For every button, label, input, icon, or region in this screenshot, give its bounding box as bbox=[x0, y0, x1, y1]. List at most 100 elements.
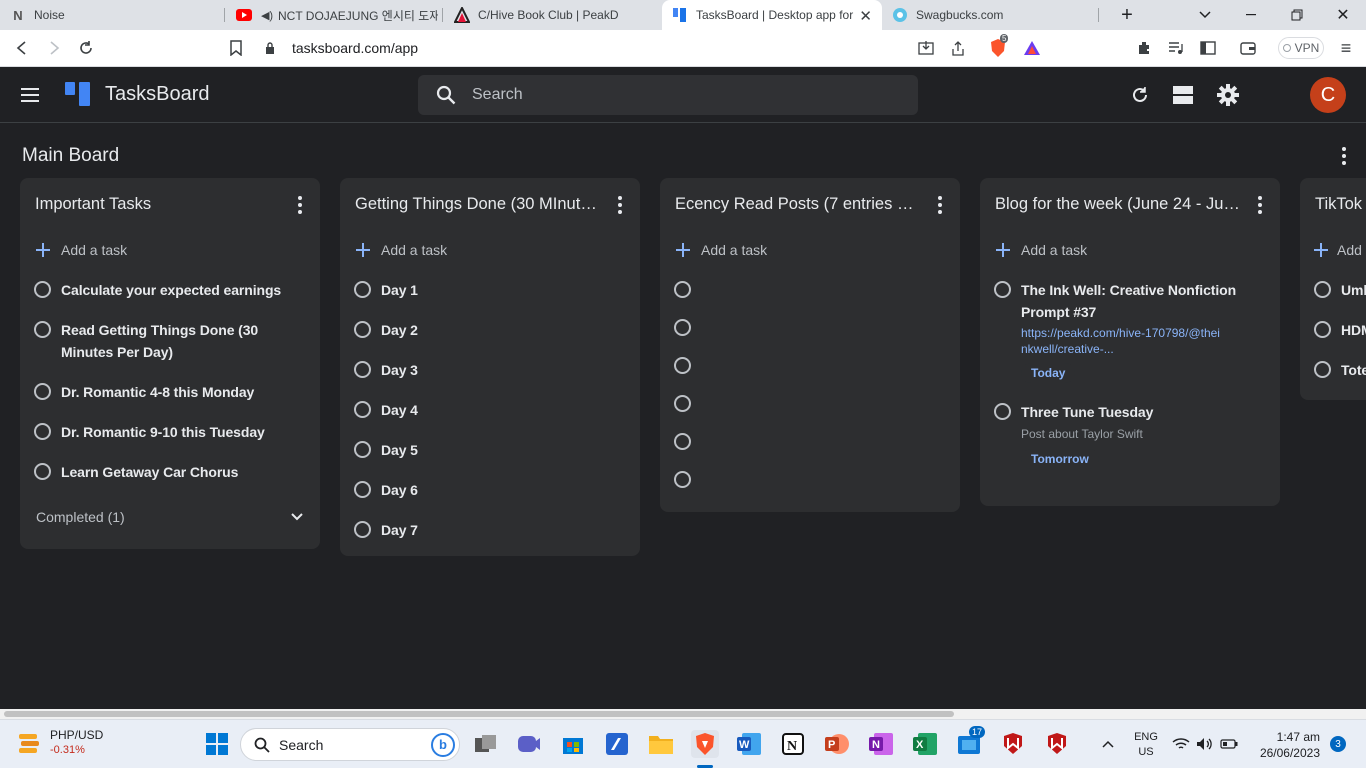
task-item[interactable]: Day 4 bbox=[340, 390, 640, 430]
install-app-icon[interactable] bbox=[914, 36, 938, 60]
volume-icon[interactable] bbox=[1194, 730, 1216, 758]
search-input[interactable] bbox=[472, 86, 892, 104]
task-checkbox[interactable] bbox=[674, 395, 691, 412]
close-tab-icon[interactable]: ✕ bbox=[859, 7, 872, 25]
language-indicator[interactable]: ENG US bbox=[1126, 730, 1166, 760]
tab-search-chevron-icon[interactable] bbox=[1182, 0, 1228, 30]
browser-tab-noise[interactable]: N Noise bbox=[0, 0, 224, 30]
list-more-options-icon[interactable] bbox=[930, 194, 950, 216]
brave-browser-icon[interactable] bbox=[691, 730, 719, 758]
task-checkbox[interactable] bbox=[1314, 321, 1331, 338]
battery-icon[interactable] bbox=[1218, 730, 1240, 758]
task-item[interactable]: Day 5 bbox=[340, 430, 640, 470]
task-checkbox[interactable] bbox=[354, 321, 371, 338]
notion-icon[interactable]: N bbox=[779, 730, 807, 758]
task-item[interactable]: HDM bbox=[1300, 310, 1366, 350]
list-more-options-icon[interactable] bbox=[610, 194, 630, 216]
mcafee-security-icon[interactable] bbox=[1043, 730, 1071, 758]
task-item[interactable] bbox=[660, 346, 960, 384]
mcafee-icon[interactable] bbox=[999, 730, 1027, 758]
show-hidden-icons-chevron-icon[interactable] bbox=[1094, 730, 1122, 758]
forward-icon[interactable] bbox=[42, 36, 66, 60]
file-explorer-icon[interactable] bbox=[647, 730, 675, 758]
onenote-icon[interactable]: N bbox=[867, 730, 895, 758]
task-checkbox[interactable] bbox=[674, 471, 691, 488]
task-item[interactable] bbox=[660, 308, 960, 346]
microsoft-store-icon[interactable] bbox=[559, 730, 587, 758]
list-title[interactable]: Getting Things Done (30 MInutes Per Day) bbox=[355, 195, 600, 214]
reload-icon[interactable] bbox=[74, 36, 98, 60]
browser-tab-peakd[interactable]: C/Hive Book Club | PeakD bbox=[444, 0, 660, 30]
task-checkbox[interactable] bbox=[354, 441, 371, 458]
notification-count-badge[interactable]: 3 bbox=[1330, 736, 1346, 752]
task-item[interactable]: Day 3 bbox=[340, 350, 640, 390]
vpn-button[interactable]: VPN bbox=[1278, 37, 1324, 59]
new-tab-icon[interactable]: + bbox=[1104, 0, 1150, 30]
list-more-options-icon[interactable] bbox=[1250, 194, 1270, 216]
task-item[interactable]: Tote bbox=[1300, 350, 1366, 390]
windows-start-icon[interactable] bbox=[203, 730, 231, 758]
bookmark-icon[interactable] bbox=[224, 36, 248, 60]
add-task-button[interactable]: Add a task bbox=[1300, 230, 1366, 270]
task-item[interactable] bbox=[660, 384, 960, 422]
task-checkbox[interactable] bbox=[1314, 361, 1331, 378]
task-checkbox[interactable] bbox=[34, 423, 51, 440]
task-item[interactable] bbox=[660, 270, 960, 308]
add-task-button[interactable]: Add a task bbox=[20, 230, 320, 270]
search-icon[interactable] bbox=[436, 85, 456, 105]
task-checkbox[interactable] bbox=[674, 319, 691, 336]
task-item[interactable]: Umb bbox=[1300, 270, 1366, 310]
task-item[interactable]: Read Getting Things Done (30 Minutes Per… bbox=[20, 310, 320, 372]
clock[interactable]: 1:47 am 26/06/2023 bbox=[1252, 729, 1320, 761]
task-checkbox[interactable] bbox=[34, 463, 51, 480]
due-date-chip[interactable]: Today bbox=[1021, 363, 1076, 383]
browser-menu-icon[interactable]: ≡ bbox=[1334, 36, 1358, 60]
task-item[interactable] bbox=[660, 422, 960, 460]
excel-icon[interactable]: X bbox=[911, 730, 939, 758]
task-item[interactable]: Dr. Romantic 4-8 this Monday bbox=[20, 372, 320, 412]
task-item[interactable]: Three Tune Tuesday Post about Taylor Swi… bbox=[980, 392, 1280, 478]
task-item[interactable]: Day 7 bbox=[340, 510, 640, 550]
task-checkbox[interactable] bbox=[994, 403, 1011, 420]
refresh-icon[interactable] bbox=[1124, 79, 1156, 111]
task-checkbox[interactable] bbox=[674, 433, 691, 450]
media-playlist-icon[interactable] bbox=[1164, 36, 1188, 60]
wallet-icon[interactable] bbox=[1236, 36, 1260, 60]
list-more-options-icon[interactable] bbox=[290, 194, 310, 216]
browser-tab-youtube[interactable]: ◀) NCT DOJAEJUNG 엔시티 도재정 bbox=[226, 0, 442, 30]
user-avatar[interactable]: C bbox=[1310, 77, 1346, 113]
task-checkbox[interactable] bbox=[354, 481, 371, 498]
board-more-options-icon[interactable] bbox=[1332, 145, 1356, 167]
settings-gear-icon[interactable] bbox=[1212, 79, 1244, 111]
list-title[interactable]: TikTok bbox=[1315, 195, 1366, 214]
list-title[interactable]: Ecency Read Posts (7 entries per week) bbox=[675, 195, 920, 214]
share-icon[interactable] bbox=[946, 36, 970, 60]
task-checkbox[interactable] bbox=[354, 401, 371, 418]
powerpoint-icon[interactable]: P bbox=[823, 730, 851, 758]
task-checkbox[interactable] bbox=[1314, 281, 1331, 298]
minimize-icon[interactable] bbox=[1228, 0, 1274, 30]
back-icon[interactable] bbox=[10, 36, 34, 60]
scrollbar-thumb[interactable] bbox=[4, 711, 954, 717]
wifi-icon[interactable] bbox=[1170, 730, 1192, 758]
list-title[interactable]: Important Tasks bbox=[35, 195, 280, 214]
taskbar-search[interactable]: Search b bbox=[240, 728, 460, 761]
audio-playing-icon[interactable]: ◀) bbox=[260, 9, 274, 22]
stocks-widget[interactable]: PHP/USD -0.31% bbox=[16, 728, 103, 758]
task-checkbox[interactable] bbox=[34, 281, 51, 298]
task-checkbox[interactable] bbox=[674, 281, 691, 298]
close-window-icon[interactable]: ✕ bbox=[1320, 0, 1366, 30]
add-task-button[interactable]: Add a task bbox=[980, 230, 1280, 270]
task-checkbox[interactable] bbox=[354, 521, 371, 538]
browser-tab-swagbucks[interactable]: Swagbucks.com bbox=[882, 0, 1098, 30]
task-view-icon[interactable] bbox=[472, 730, 500, 758]
task-item[interactable]: Learn Getaway Car Chorus bbox=[20, 452, 320, 492]
word-icon[interactable]: W bbox=[735, 730, 763, 758]
search-bar[interactable] bbox=[418, 75, 918, 115]
teams-chat-icon[interactable] bbox=[515, 730, 543, 758]
hamburger-menu-icon[interactable] bbox=[14, 79, 46, 111]
pen-app-icon[interactable] bbox=[603, 730, 631, 758]
lock-icon[interactable] bbox=[258, 42, 282, 54]
brave-rewards-icon[interactable] bbox=[1020, 36, 1044, 60]
task-link[interactable]: https://peakd.com/hive-170798/@theinkwel… bbox=[1021, 325, 1221, 357]
